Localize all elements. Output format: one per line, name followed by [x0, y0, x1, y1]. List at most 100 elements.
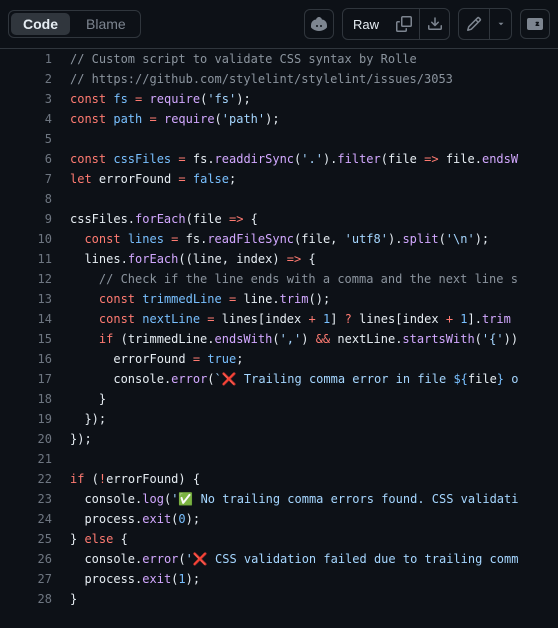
code-line[interactable]: 7let errorFound = false;	[0, 169, 558, 189]
copy-icon	[396, 16, 412, 32]
line-number[interactable]: 9	[0, 209, 70, 229]
line-number[interactable]: 24	[0, 509, 70, 529]
line-content: // https://github.com/stylelint/stylelin…	[70, 69, 453, 89]
line-content: process.exit(0);	[70, 509, 200, 529]
line-number[interactable]: 7	[0, 169, 70, 189]
code-line[interactable]: 21	[0, 449, 558, 469]
line-number[interactable]: 20	[0, 429, 70, 449]
pencil-icon	[466, 16, 482, 32]
code-tab[interactable]: Code	[11, 13, 70, 35]
line-content: if (trimmedLine.endsWith(',') && nextLin…	[70, 329, 518, 349]
code-line[interactable]: 24 process.exit(0);	[0, 509, 558, 529]
code-line[interactable]: 25} else {	[0, 529, 558, 549]
line-number[interactable]: 25	[0, 529, 70, 549]
code-line[interactable]: 2// https://github.com/stylelint/styleli…	[0, 69, 558, 89]
raw-group: Raw	[342, 8, 450, 40]
line-content: const lines = fs.readFileSync(file, 'utf…	[70, 229, 489, 249]
line-number[interactable]: 28	[0, 589, 70, 609]
line-number[interactable]: 13	[0, 289, 70, 309]
file-toolbar: Code Blame Raw	[0, 0, 558, 48]
view-toggle: Code Blame	[8, 10, 141, 38]
line-content: });	[70, 409, 106, 429]
code-line[interactable]: 10 const lines = fs.readFileSync(file, '…	[0, 229, 558, 249]
line-content: console.log('✅ No trailing comma errors …	[70, 489, 518, 509]
line-content: const fs = require('fs');	[70, 89, 251, 109]
caret-down-icon	[496, 19, 506, 29]
code-line[interactable]: 8	[0, 189, 558, 209]
line-number[interactable]: 26	[0, 549, 70, 569]
code-line[interactable]: 27 process.exit(1);	[0, 569, 558, 589]
code-line[interactable]: 12 // Check if the line ends with a comm…	[0, 269, 558, 289]
line-content: errorFound = true;	[70, 349, 243, 369]
code-line[interactable]: 17 console.error(`❌ Trailing comma error…	[0, 369, 558, 389]
code-line[interactable]: 5	[0, 129, 558, 149]
code-line[interactable]: 28}	[0, 589, 558, 609]
line-content: }	[70, 389, 106, 409]
code-line[interactable]: 23 console.log('✅ No trailing comma erro…	[0, 489, 558, 509]
blame-tab[interactable]: Blame	[72, 11, 140, 37]
line-number[interactable]: 6	[0, 149, 70, 169]
code-line[interactable]: 13 const trimmedLine = line.trim();	[0, 289, 558, 309]
symbols-icon	[527, 16, 543, 32]
line-content: process.exit(1);	[70, 569, 200, 589]
line-number[interactable]: 4	[0, 109, 70, 129]
code-line[interactable]: 20});	[0, 429, 558, 449]
line-number[interactable]: 8	[0, 189, 70, 209]
code-line[interactable]: 15 if (trimmedLine.endsWith(',') && next…	[0, 329, 558, 349]
code-line[interactable]: 16 errorFound = true;	[0, 349, 558, 369]
code-line[interactable]: 22if (!errorFound) {	[0, 469, 558, 489]
line-number[interactable]: 14	[0, 309, 70, 329]
line-number[interactable]: 22	[0, 469, 70, 489]
code-line[interactable]: 6const cssFiles = fs.readdirSync('.').fi…	[0, 149, 558, 169]
edit-button[interactable]	[459, 9, 489, 39]
download-icon	[427, 16, 443, 32]
line-number[interactable]: 1	[0, 49, 70, 69]
copilot-button[interactable]	[304, 9, 334, 39]
code-view[interactable]: 1// Custom script to validate CSS syntax…	[0, 48, 558, 609]
symbols-button[interactable]	[520, 9, 550, 39]
line-content: // Check if the line ends with a comma a…	[70, 269, 518, 289]
line-content: });	[70, 429, 92, 449]
copy-button[interactable]	[389, 9, 419, 39]
code-line[interactable]: 4const path = require('path');	[0, 109, 558, 129]
code-line[interactable]: 19 });	[0, 409, 558, 429]
code-line[interactable]: 14 const nextLine = lines[index + 1] ? l…	[0, 309, 558, 329]
code-line[interactable]: 26 console.error('❌ CSS validation faile…	[0, 549, 558, 569]
code-line[interactable]: 18 }	[0, 389, 558, 409]
code-line[interactable]: 9cssFiles.forEach(file => {	[0, 209, 558, 229]
line-content: const trimmedLine = line.trim();	[70, 289, 330, 309]
code-line[interactable]: 11 lines.forEach((line, index) => {	[0, 249, 558, 269]
line-number[interactable]: 12	[0, 269, 70, 289]
line-content: // Custom script to validate CSS syntax …	[70, 49, 417, 69]
line-number[interactable]: 3	[0, 89, 70, 109]
line-number[interactable]: 16	[0, 349, 70, 369]
line-content: } else {	[70, 529, 128, 549]
line-content: const path = require('path');	[70, 109, 280, 129]
line-number[interactable]: 2	[0, 69, 70, 89]
edit-group	[458, 8, 512, 40]
download-button[interactable]	[419, 9, 449, 39]
line-content: console.error(`❌ Trailing comma error in…	[70, 369, 518, 389]
line-number[interactable]: 27	[0, 569, 70, 589]
line-content: const cssFiles = fs.readdirSync('.').fil…	[70, 149, 518, 169]
code-line[interactable]: 1// Custom script to validate CSS syntax…	[0, 49, 558, 69]
line-number[interactable]: 10	[0, 229, 70, 249]
line-number[interactable]: 21	[0, 449, 70, 469]
line-number[interactable]: 5	[0, 129, 70, 149]
line-content: }	[70, 589, 77, 609]
line-number[interactable]: 11	[0, 249, 70, 269]
line-content: cssFiles.forEach(file => {	[70, 209, 258, 229]
line-number[interactable]: 23	[0, 489, 70, 509]
line-content: const nextLine = lines[index + 1] ? line…	[70, 309, 511, 329]
line-number[interactable]: 18	[0, 389, 70, 409]
edit-dropdown-button[interactable]	[489, 9, 511, 39]
line-number[interactable]: 15	[0, 329, 70, 349]
line-content: let errorFound = false;	[70, 169, 236, 189]
line-number[interactable]: 17	[0, 369, 70, 389]
line-number[interactable]: 19	[0, 409, 70, 429]
code-line[interactable]: 3const fs = require('fs');	[0, 89, 558, 109]
line-content: lines.forEach((line, index) => {	[70, 249, 316, 269]
line-content: console.error('❌ CSS validation failed d…	[70, 549, 518, 569]
raw-button[interactable]: Raw	[343, 9, 389, 39]
line-content: if (!errorFound) {	[70, 469, 200, 489]
